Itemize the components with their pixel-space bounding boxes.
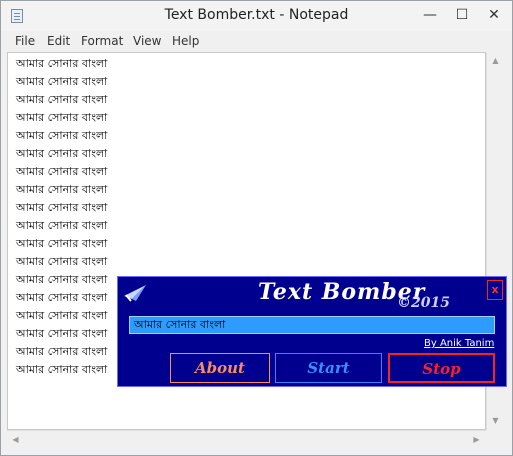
text-line: আমার সোনার বাংলা <box>16 237 108 250</box>
menu-format[interactable]: Format <box>81 34 123 48</box>
notepad-window: Text Bomber.txt - Notepad — ☐ ✕ File Edi… <box>0 0 513 456</box>
author-link[interactable]: By Anik Tanim <box>424 338 494 349</box>
text-line: আমার সোনার বাংলা <box>16 147 108 160</box>
copyright-label: ©2015 <box>397 295 450 311</box>
horizontal-scrollbar[interactable]: ◀ ▶ <box>7 430 486 447</box>
scroll-down-icon[interactable]: ▼ <box>487 412 504 429</box>
text-bomber-window: Text Bomber ©2015 x আমার সোনার বাংলা By … <box>117 276 507 387</box>
menu-edit[interactable]: Edit <box>47 34 70 48</box>
text-line: আমার সোনার বাংলা <box>16 57 108 70</box>
scroll-up-icon[interactable]: ▲ <box>487 52 504 69</box>
text-line: আমার সোনার বাংলা <box>16 75 108 88</box>
menu-file[interactable]: File <box>15 34 35 48</box>
stop-button[interactable]: Stop <box>388 353 495 383</box>
text-line: আমার সোনার বাংলা <box>16 183 108 196</box>
text-line: আমার সোনার বাংলা <box>16 165 108 178</box>
menu-bar: File Edit Format View Help <box>1 31 512 52</box>
text-line: আমার সোনার বাংলা <box>16 219 108 232</box>
about-button[interactable]: About <box>170 353 270 383</box>
bomber-close-button[interactable]: x <box>487 280 503 300</box>
close-button[interactable]: ✕ <box>479 1 509 29</box>
minimize-button[interactable]: — <box>415 1 445 29</box>
plane-logo-icon <box>124 285 146 302</box>
maximize-button[interactable]: ☐ <box>447 1 477 29</box>
scroll-left-icon[interactable]: ◀ <box>7 431 24 448</box>
scrollbar-corner <box>486 430 503 447</box>
start-button[interactable]: Start <box>275 353 382 383</box>
text-line: আমার সোনার বাংলা <box>16 201 108 214</box>
text-line: আমার সোনার বাংলা <box>16 255 108 268</box>
message-input[interactable]: আমার সোনার বাংলা <box>129 316 495 334</box>
scroll-right-icon[interactable]: ▶ <box>468 431 485 448</box>
text-line: আমার সোনার বাংলা <box>16 93 108 106</box>
text-line: আমার সোনার বাংলা <box>16 111 108 124</box>
menu-view[interactable]: View <box>133 34 161 48</box>
menu-help[interactable]: Help <box>172 34 199 48</box>
title-bar[interactable]: Text Bomber.txt - Notepad — ☐ ✕ <box>1 1 512 31</box>
text-line: আমার সোনার বাংলা <box>16 129 108 142</box>
